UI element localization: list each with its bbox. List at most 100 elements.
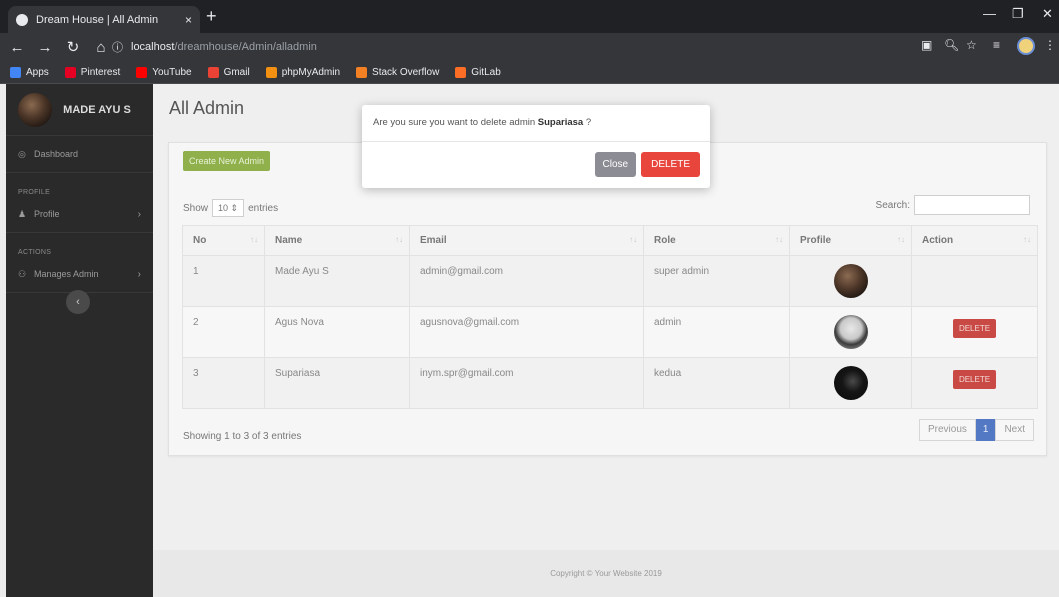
cell-profile [789, 357, 912, 409]
cell-profile [789, 306, 912, 358]
chevron-right-icon: › [137, 268, 141, 280]
dashboard-icon: ◎ [18, 148, 26, 159]
bookmark-pinterest[interactable]: Pinterest [64, 66, 120, 78]
cell-name: Agus Nova [264, 306, 410, 358]
phpmyadmin-icon [265, 66, 277, 78]
translate-icon[interactable]: ▣ [921, 38, 932, 52]
column-header-email[interactable]: Email ↑↓ [409, 225, 644, 256]
column-label: Profile [800, 235, 832, 246]
column-label: Role [654, 235, 676, 246]
table-search: Search: [876, 195, 1030, 215]
bookmark-label: phpMyAdmin [281, 66, 341, 78]
address-bar[interactable]: ⓘ localhost /dreamhouse/Admin/alladmin [112, 36, 902, 58]
media-control-icon[interactable]: ≡ [993, 38, 1000, 52]
bookmark-label: GitLab [471, 66, 501, 78]
show-label: Show [183, 202, 209, 214]
browser-tabbar: Dream House | All Admin × + — ❐ ✕ [0, 0, 1059, 33]
browser-tab[interactable]: Dream House | All Admin × [8, 6, 200, 33]
pagination-previous-button[interactable]: Previous [918, 419, 976, 441]
sidebar-item-manages-admin[interactable]: ⚇ Manages Admin › [6, 260, 153, 288]
column-header-name[interactable]: Name ↑↓ [264, 225, 410, 256]
user-name: MADE AYU S [63, 103, 131, 116]
user-icon: ♟ [18, 208, 27, 219]
delete-admin-button[interactable]: DELETE [952, 370, 997, 389]
column-label: Action [922, 235, 954, 246]
gitlab-icon [455, 66, 467, 78]
browser-profile-avatar[interactable] [1017, 37, 1035, 55]
table-info: Showing 1 to 3 of 3 entries [183, 431, 302, 442]
sidebar-heading-profile: PROFILE [18, 189, 51, 196]
sidebar-heading-actions: ACTIONS [18, 249, 52, 256]
table-row: 1 Made Ayu S admin@gmail.com super admin [182, 255, 1038, 307]
sort-icon: ↑↓ [1023, 235, 1031, 244]
back-icon[interactable]: ← [6, 39, 28, 56]
cell-no: 2 [182, 306, 265, 358]
avatar [18, 92, 52, 127]
admin-card: Create New Admin Show 10 ⇕ entries Searc… [168, 142, 1047, 456]
modal-admin-name: Supariasa [537, 117, 584, 128]
cell-name: Made Ayu S [264, 255, 410, 307]
cell-email: inym.spr@gmail.com [409, 357, 644, 409]
column-header-no[interactable]: No ↑↓ [182, 225, 265, 256]
entries-length: Show 10 ⇕ entries [183, 199, 278, 217]
bookmark-gmail[interactable]: Gmail [207, 66, 250, 78]
search-input[interactable] [914, 195, 1030, 215]
search-label: Search: [875, 199, 910, 211]
delete-admin-button[interactable]: DELETE [952, 319, 997, 338]
zoom-icon[interactable]: 🔍︎ [944, 38, 959, 52]
restore-icon[interactable]: ❐ [1012, 6, 1024, 22]
info-icon[interactable]: ⓘ [112, 39, 123, 55]
cell-name: Supariasa [264, 357, 410, 409]
avatar [833, 315, 868, 349]
close-window-icon[interactable]: ✕ [1042, 6, 1053, 22]
sidebar-item-profile[interactable]: ♟ Profile › [6, 200, 153, 228]
create-new-admin-button[interactable]: Create New Admin [183, 151, 271, 171]
browser-toolbar: ← → ↻ ⌂ ⓘ localhost /dreamhouse/Admin/al… [0, 33, 1059, 61]
bookmark-phpmyadmin[interactable]: phpMyAdmin [265, 66, 341, 78]
cell-no: 1 [182, 255, 265, 307]
modal-message: Are you sure you want to delete admin Su… [362, 105, 710, 142]
sidebar-item-label: Profile [34, 209, 60, 219]
youtube-icon [136, 66, 148, 78]
url-host: localhost [131, 41, 175, 53]
minimize-icon[interactable]: — [983, 6, 996, 21]
menu-icon[interactable]: ⋮ [1044, 38, 1056, 52]
table-row: 2 Agus Nova agusnova@gmail.com admin DEL… [182, 306, 1038, 358]
cell-role: super admin [643, 255, 790, 307]
cell-profile [789, 255, 912, 307]
confirm-delete-button[interactable]: DELETE [641, 152, 700, 177]
tab-close-icon[interactable]: × [185, 13, 192, 27]
close-button[interactable]: Close [594, 152, 637, 177]
divider [6, 172, 153, 173]
entries-label: entries [248, 202, 279, 214]
bookmark-stack-overflow[interactable]: Stack Overflow [356, 66, 439, 78]
sort-icon: ↑↓ [250, 235, 258, 244]
bookmark-label: YouTube [152, 66, 192, 78]
cell-email: agusnova@gmail.com [409, 306, 644, 358]
sidebar-item-dashboard[interactable]: ◎ Dashboard [6, 140, 153, 168]
pagination-page-button[interactable]: 1 [975, 419, 996, 441]
bookmark-apps[interactable]: Apps [10, 66, 49, 78]
pinterest-icon [64, 66, 76, 78]
cell-action: DELETE [911, 306, 1038, 358]
pagination-next-button[interactable]: Next [995, 419, 1034, 441]
column-label: No [193, 235, 207, 246]
column-header-action[interactable]: Action ↑↓ [911, 225, 1038, 256]
bookmark-star-icon[interactable]: ☆ [966, 38, 977, 52]
new-tab-button[interactable]: + [206, 6, 217, 26]
sidebar-toggle-button[interactable]: ‹ [66, 290, 90, 314]
apps-icon [10, 66, 21, 78]
home-icon[interactable]: ⌂ [90, 39, 112, 56]
chevron-right-icon: › [137, 208, 141, 220]
bookmarks-bar: Apps Pinterest YouTube Gmail phpMyAdmin Stack… [0, 61, 1059, 84]
bookmark-youtube[interactable]: YouTube [136, 66, 192, 78]
bookmark-gitlab[interactable]: GitLab [455, 66, 501, 78]
reload-icon[interactable]: ↻ [62, 38, 84, 56]
forward-icon[interactable]: → [34, 39, 56, 56]
avatar [833, 264, 868, 298]
column-header-role[interactable]: Role ↑↓ [643, 225, 790, 256]
column-header-profile[interactable]: Profile ↑↓ [789, 225, 912, 256]
avatar [833, 366, 868, 400]
entries-select[interactable]: 10 ⇕ [212, 199, 245, 217]
cell-action [911, 255, 1038, 307]
